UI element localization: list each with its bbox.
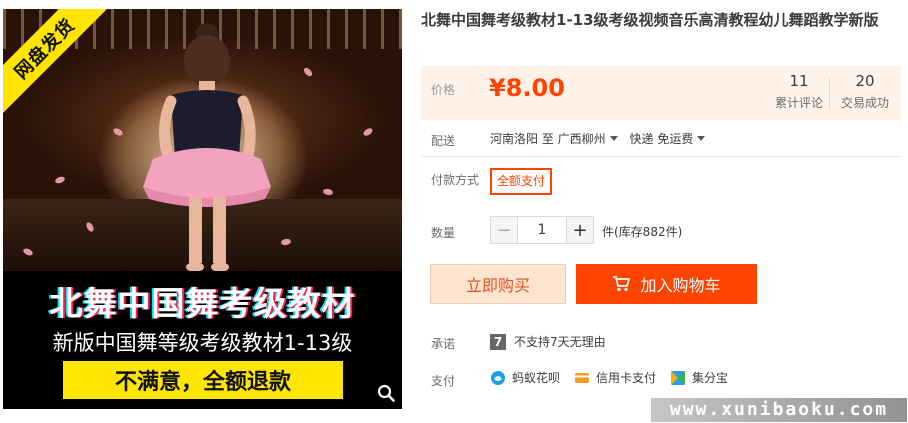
- price-panel: 价格 ¥8.00 11 累计评论 20 交易成功: [421, 66, 901, 120]
- banner-slogan-box: 不满意，全额退款: [63, 361, 343, 399]
- chevron-down-icon: [697, 136, 706, 141]
- trades-count: 20: [855, 72, 875, 90]
- reviews-stat[interactable]: 11 累计评论: [769, 72, 829, 111]
- promise-text: 不支持7天无理由: [514, 335, 606, 349]
- shipping-destination[interactable]: 广西柳州: [558, 132, 630, 146]
- pay-option-label: 信用卡支付: [596, 371, 657, 385]
- shipping-label: 配送: [431, 134, 456, 148]
- pay-label: 支付: [431, 374, 456, 388]
- stat-divider: [829, 78, 830, 110]
- shipping-method[interactable]: 快递 免运费: [630, 132, 714, 146]
- pay-option-credit-card[interactable]: 信用卡支付: [574, 369, 656, 386]
- jifenbao-icon: [670, 370, 686, 386]
- product-image[interactable]: 网盘发货 北舞中国舞考级教材 新版中国舞等级考级教材1-13级 不满意，全额退款: [3, 9, 402, 409]
- shipping-method-text: 快递 免运费: [629, 132, 694, 146]
- quantity-label: 数量: [431, 226, 456, 240]
- add-to-cart-label: 加入购物车: [640, 276, 721, 295]
- pay-option-label: 蚂蚁花呗: [512, 371, 561, 385]
- payment-options: 蚂蚁花呗 信用卡支付 集分宝: [490, 369, 742, 386]
- product-title: 北舞中国舞考级教材1-13级考级视频音乐高清教程幼儿舞蹈教学新版: [421, 11, 879, 29]
- buy-now-label: 立即购买: [465, 276, 530, 295]
- price-label: 价格: [431, 83, 456, 97]
- trades-label: 交易成功: [840, 96, 889, 110]
- price-value: ¥8.00: [489, 74, 565, 102]
- divider: [421, 156, 901, 157]
- search-icon[interactable]: [374, 381, 398, 405]
- payment-option-full[interactable]: 全额支付: [490, 168, 553, 195]
- quantity-input[interactable]: 1: [518, 216, 566, 244]
- promise-label: 承诺: [431, 337, 456, 351]
- stock-info: 件(库存882件): [602, 225, 683, 239]
- banner-subtitle: 新版中国舞等级考级教材1-13级: [52, 331, 353, 355]
- shipping-to: 广西柳州: [557, 132, 606, 146]
- credit-card-icon: [574, 370, 590, 386]
- huabei-icon: [490, 370, 506, 386]
- image-banner: 北舞中国舞考级教材 新版中国舞等级考级教材1-13级 不满意，全额退款: [3, 271, 402, 409]
- quantity-stepper: − 1 +: [490, 216, 594, 244]
- shipping-info: 河南洛阳 至 广西柳州 快递 免运费: [490, 130, 713, 147]
- price-currency: ¥: [489, 74, 506, 102]
- pay-option-jifenbao[interactable]: 集分宝: [670, 369, 728, 386]
- banner-slogan: 不满意，全额退款: [114, 370, 291, 395]
- add-to-cart-button[interactable]: 加入购物车: [576, 264, 757, 304]
- buy-now-button[interactable]: 立即购买: [430, 264, 566, 304]
- chevron-down-icon: [609, 136, 618, 141]
- trades-stat: 20 交易成功: [835, 72, 895, 111]
- price-amount: 8.00: [505, 74, 565, 102]
- reviews-label: 累计评论: [774, 96, 823, 110]
- watermark: www.xunibaoku.com: [651, 398, 907, 422]
- pay-option-huabei[interactable]: 蚂蚁花呗: [490, 369, 560, 386]
- shipping-from: 河南洛阳 至: [490, 132, 554, 146]
- quantity-decrease-button[interactable]: −: [490, 216, 518, 244]
- reviews-count: 11: [789, 72, 809, 90]
- payment-method-label: 付款方式: [431, 173, 480, 187]
- banner-title: 北舞中国舞考级教材: [49, 284, 356, 323]
- promise-info: 7 不支持7天无理由: [490, 333, 606, 350]
- seven-day-icon: 7: [490, 333, 506, 350]
- cart-icon: [612, 276, 631, 292]
- quantity-increase-button[interactable]: +: [566, 216, 594, 244]
- pay-option-label: 集分宝: [692, 371, 729, 385]
